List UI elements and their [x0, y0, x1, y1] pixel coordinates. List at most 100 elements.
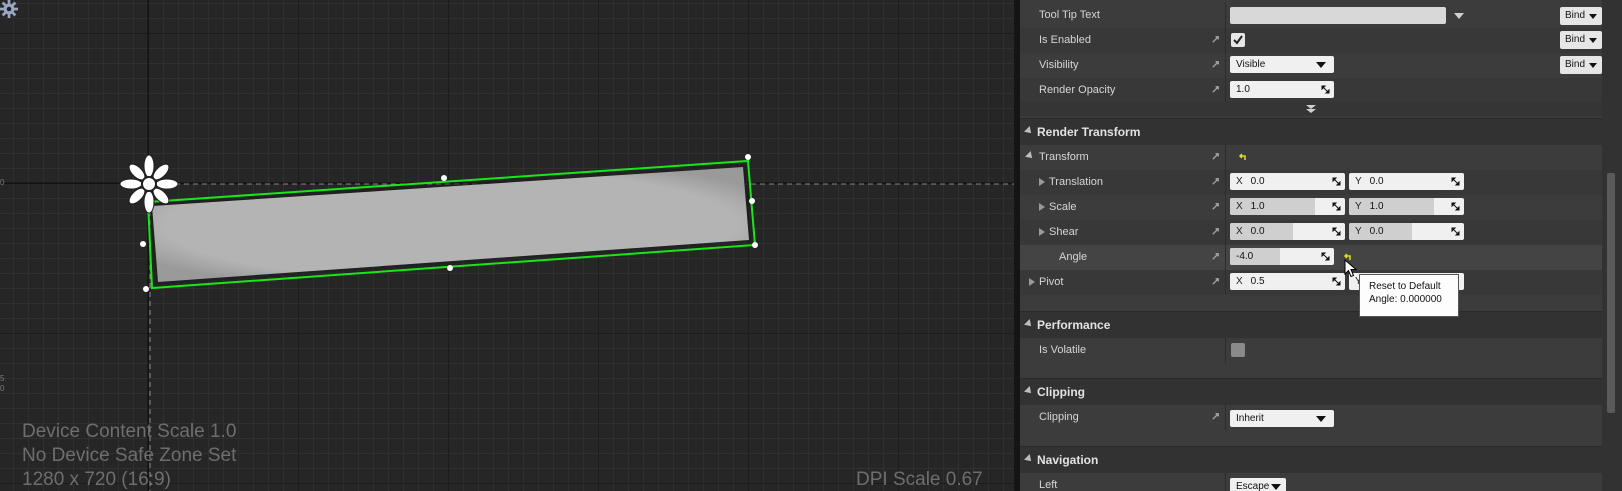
expand-arrows-icon — [1332, 177, 1341, 186]
collapse-arrow-icon[interactable] — [1025, 151, 1035, 161]
row-visibility: Visibility Visible Bind — [1020, 53, 1602, 78]
shear-y-value: 0.0 — [1369, 226, 1384, 237]
expand-arrows-icon — [1321, 85, 1330, 94]
pivot-x-input[interactable]: X 0.5 — [1230, 273, 1345, 290]
angle-input[interactable]: -4.0 — [1230, 248, 1334, 265]
property-binding-icon[interactable] — [1211, 227, 1220, 236]
resize-handle-bottom-right[interactable] — [752, 242, 758, 248]
property-binding-icon[interactable] — [1211, 60, 1220, 69]
mouse-pointer-icon — [1344, 259, 1358, 278]
resize-handle-right[interactable] — [749, 198, 755, 204]
expand-arrows-icon — [1451, 202, 1460, 211]
safe-zone-info: No Device Safe Zone Set — [22, 445, 237, 466]
advanced-expander[interactable] — [1020, 102, 1602, 116]
property-binding-icon[interactable] — [1211, 177, 1220, 186]
category-performance[interactable]: Performance — [1020, 311, 1602, 338]
scale-x-input[interactable]: X 1.0 — [1230, 198, 1345, 215]
translation-y-value: 0.0 — [1369, 176, 1384, 187]
resize-handle-top[interactable] — [441, 175, 447, 181]
is-volatile-checkbox[interactable] — [1231, 343, 1245, 357]
visibility-label: Visibility — [1039, 59, 1079, 71]
column-divider — [1225, 28, 1226, 53]
tool-tip-text-input[interactable] — [1230, 7, 1446, 24]
bind-label: Bind — [1565, 34, 1586, 45]
property-binding-icon[interactable] — [1211, 277, 1220, 286]
category-render-transform[interactable]: Render Transform — [1020, 118, 1602, 145]
expand-advanced-icon — [1306, 105, 1316, 113]
translation-y-input[interactable]: Y 0.0 — [1349, 173, 1464, 190]
scale-y-input[interactable]: Y 1.0 — [1349, 198, 1464, 215]
is-enabled-label: Is Enabled — [1039, 34, 1091, 46]
expand-arrow-icon[interactable] — [1039, 228, 1045, 236]
shear-label: Shear — [1049, 226, 1079, 238]
shear-y-input[interactable]: Y 0.0 — [1349, 223, 1464, 240]
resize-handle-left[interactable] — [140, 241, 146, 247]
category-clipping[interactable]: Clipping — [1020, 378, 1602, 405]
chevron-down-icon — [1271, 484, 1281, 490]
x-axis-label: X — [1236, 276, 1243, 287]
collapse-arrow-icon — [1024, 319, 1034, 329]
tool-tip-text-label: Tool Tip Text — [1039, 9, 1100, 21]
bind-label: Bind — [1565, 10, 1586, 21]
is-enabled-checkbox[interactable] — [1231, 33, 1245, 47]
expand-arrows-icon — [1321, 252, 1330, 261]
row-scale: Scale X 1.0 Y 1.0 — [1020, 195, 1602, 220]
column-divider — [1225, 338, 1226, 363]
expand-arrow-icon[interactable] — [1039, 178, 1045, 186]
expand-arrows-icon — [1332, 277, 1341, 286]
column-divider — [1225, 270, 1226, 295]
viewport-canvas[interactable] — [0, 0, 1014, 491]
designer-viewport[interactable]: 0 5 0 Device Content Scale 1.0 No Device… — [0, 0, 1014, 491]
tool-tip-bind-button[interactable]: Bind — [1560, 7, 1602, 25]
property-binding-icon[interactable] — [1211, 35, 1220, 44]
clipping-dropdown[interactable]: Inherit — [1230, 410, 1334, 427]
angle-value: -4.0 — [1236, 251, 1254, 262]
expand-arrow-icon[interactable] — [1039, 203, 1045, 211]
property-binding-icon[interactable] — [1211, 252, 1220, 261]
category-navigation[interactable]: Navigation — [1020, 446, 1602, 473]
resize-handle-bottom-left[interactable] — [143, 286, 149, 292]
navigation-left-dropdown[interactable]: Escape — [1230, 478, 1286, 491]
reset-to-default-tooltip: Reset to Default Angle: 0.000000 — [1359, 274, 1459, 317]
x-axis-label: X — [1236, 226, 1243, 237]
tooltip-detail: Angle: 0.000000 — [1369, 294, 1442, 305]
row-clipping: Clipping Inherit — [1020, 405, 1602, 430]
chevron-down-icon — [1316, 416, 1326, 422]
reset-to-default-icon[interactable] — [1237, 152, 1247, 162]
row-angle: Angle -4.0 — [1020, 245, 1602, 270]
row-is-volatile: Is Volatile — [1020, 338, 1602, 363]
dpi-scale-label: DPI Scale 0.67 — [856, 469, 983, 490]
collapse-arrow-icon — [1024, 386, 1034, 396]
render-opacity-input[interactable]: 1.0 — [1230, 81, 1334, 98]
scrollbar-thumb[interactable] — [1607, 173, 1615, 413]
resize-handle-top-right[interactable] — [745, 154, 751, 160]
expand-arrow-icon[interactable] — [1029, 278, 1035, 286]
pivot-x-value: 0.5 — [1250, 276, 1265, 287]
clipping-label: Clipping — [1039, 411, 1079, 423]
device-content-scale: Device Content Scale 1.0 — [22, 421, 237, 442]
visibility-dropdown[interactable]: Visible — [1230, 56, 1334, 73]
column-divider — [1225, 78, 1226, 103]
column-divider — [1225, 3, 1226, 28]
expand-arrows-icon — [1332, 227, 1341, 236]
clipping-title: Clipping — [1037, 385, 1085, 399]
is-enabled-bind-button[interactable]: Bind — [1560, 31, 1602, 49]
navigation-left-label: Left — [1039, 479, 1058, 491]
scale-y-value: 1.0 — [1369, 201, 1384, 212]
property-binding-icon[interactable] — [1211, 202, 1220, 211]
shear-x-input[interactable]: X 0.0 — [1230, 223, 1345, 240]
dpi-settings-gear-icon[interactable] — [0, 0, 18, 18]
x-axis-label: X — [1236, 176, 1243, 187]
scale-x-value: 1.0 — [1250, 201, 1265, 212]
property-binding-icon[interactable] — [1211, 412, 1220, 421]
column-divider — [1225, 245, 1226, 270]
property-binding-icon[interactable] — [1211, 152, 1220, 161]
row-pivot: Pivot X0.5 Y — [1020, 270, 1602, 295]
resolution-info: 1280 x 720 (16:9) — [22, 469, 171, 490]
visibility-bind-button[interactable]: Bind — [1560, 56, 1602, 74]
property-binding-icon[interactable] — [1211, 85, 1220, 94]
tool-tip-dropdown-icon[interactable] — [1454, 13, 1464, 19]
translation-x-input[interactable]: X 0.0 — [1230, 173, 1345, 190]
resize-handle-bottom[interactable] — [447, 265, 453, 271]
y-axis-label: Y — [1355, 201, 1362, 212]
